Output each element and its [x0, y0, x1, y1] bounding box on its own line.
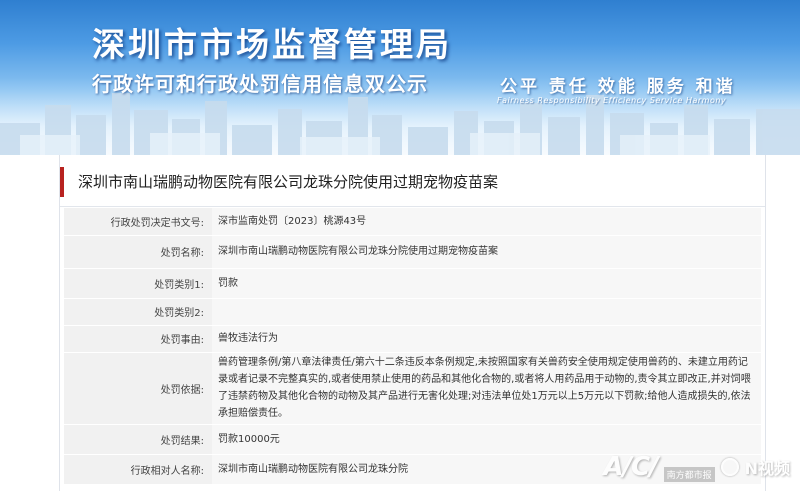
- field-value: 深圳市南山瑞鹏动物医院有限公司龙珠分院使用过期宠物疫苗案: [212, 235, 761, 269]
- field-label: 处罚结果:: [64, 424, 212, 455]
- table-row: 处罚名称: 深圳市南山瑞鹏动物医院有限公司龙珠分院使用过期宠物疫苗案: [64, 235, 761, 269]
- penalty-info-table: 行政处罚决定书文号: 深市监南处罚〔2023〕桃源43号 处罚名称: 深圳市南山…: [64, 208, 761, 485]
- table-row: 处罚依据: 兽药管理条例/第八章法律责任/第六十二条违反本条例规定,未按照国家有…: [64, 352, 761, 425]
- media-watermark: A/C/ 南方都市报 N视频: [580, 447, 790, 487]
- table-row: 行政处罚决定书文号: 深市监南处罚〔2023〕桃源43号: [64, 208, 761, 236]
- field-label: 处罚依据:: [64, 352, 212, 425]
- table-row: 处罚类别2:: [64, 298, 761, 326]
- watermark-sub: 南方都市报: [663, 466, 715, 482]
- field-value: 罚款: [212, 268, 761, 299]
- field-label: 行政相对人名称:: [64, 454, 212, 485]
- field-value: 兽牧违法行为: [212, 325, 761, 353]
- bureau-slogan: 公平 责任 效能 服务 和谐: [500, 77, 736, 97]
- field-label: 处罚类别2:: [64, 298, 212, 326]
- field-label: 处罚名称:: [64, 235, 212, 269]
- content-panel: 深圳市南山瑞鹏动物医院有限公司龙珠分院使用过期宠物疫苗案 行政处罚决定书文号: …: [59, 155, 766, 491]
- watermark-logo-icon: [720, 458, 739, 476]
- field-label: 处罚事由:: [64, 325, 212, 353]
- case-title: 深圳市南山瑞鹏动物医院有限公司龙珠分院使用过期宠物疫苗案: [60, 167, 765, 197]
- bureau-title: 深圳市市场监督管理局: [92, 25, 452, 64]
- watermark-n: N视频: [744, 459, 790, 478]
- header-banner: 深圳市市场监督管理局 行政许可和行政处罚信用信息双公示 公平 责任 效能 服务 …: [0, 0, 800, 155]
- field-label: 行政处罚决定书文号:: [64, 208, 212, 236]
- bureau-slogan-en: Fairness Responsibility Efficiency Servi…: [497, 96, 727, 105]
- field-label: 处罚类别1:: [64, 268, 212, 299]
- watermark-mark: A/C/: [603, 452, 658, 482]
- bureau-subtitle: 行政许可和行政处罚信用信息双公示: [92, 72, 428, 96]
- table-row: 处罚类别1: 罚款: [64, 268, 761, 299]
- title-divider: [60, 206, 765, 207]
- table-row: 处罚事由: 兽牧违法行为: [64, 325, 761, 353]
- field-value: 兽药管理条例/第八章法律责任/第六十二条违反本条例规定,未按照国家有关兽药安全使…: [212, 352, 761, 425]
- field-value: [212, 298, 761, 326]
- field-value: 深市监南处罚〔2023〕桃源43号: [212, 208, 761, 236]
